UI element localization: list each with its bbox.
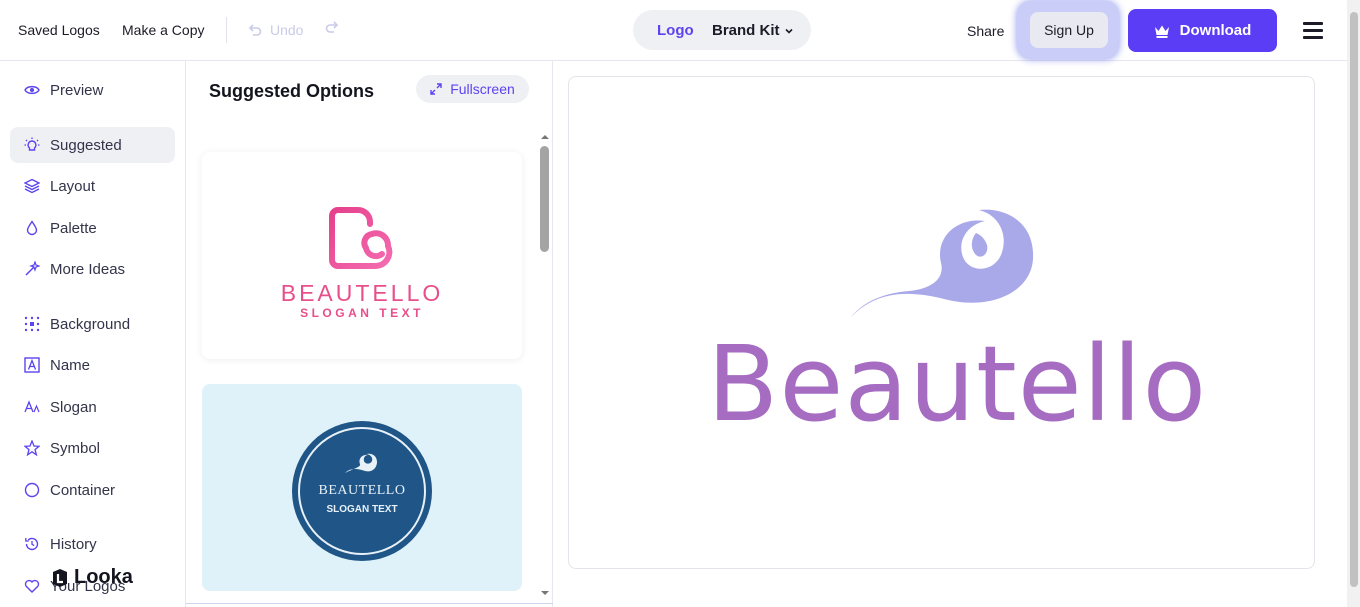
top-bar: Saved Logos Make a Copy Undo Logo Brand … (0, 0, 1347, 61)
download-button[interactable]: Download (1128, 9, 1277, 52)
undo-button[interactable]: Undo (248, 22, 303, 38)
sidebar-item-label: Layout (50, 177, 96, 195)
sidebar-item-symbol[interactable]: Symbol (10, 430, 175, 466)
page-scrollbar-thumb[interactable] (1350, 12, 1358, 587)
sidebar-item-preview[interactable]: Preview (10, 72, 175, 108)
panel-title: Suggested Options (209, 81, 375, 101)
looka-mark-icon (53, 568, 67, 587)
suggestions-panel: Suggested Options Fullscreen BEAUTELLO S… (186, 61, 553, 607)
lightbulb-icon (24, 137, 40, 151)
sidebar-item-background[interactable]: Background (10, 306, 175, 342)
badge-slogan: SLOGAN TEXT (326, 504, 398, 515)
text-box-icon (24, 357, 40, 373)
fullscreen-label: Fullscreen (450, 81, 515, 97)
circle-icon (24, 482, 40, 498)
star-icon (24, 440, 40, 456)
scroll-down-arrow[interactable] (540, 589, 550, 597)
redo-icon (325, 21, 339, 33)
expand-icon (430, 83, 442, 95)
toolbar-divider (226, 17, 227, 43)
layers-icon (24, 178, 40, 194)
suggestion-card[interactable]: BEAUTELLO SLOGAN TEXT (202, 384, 522, 591)
sidebar-item-label: Slogan (50, 398, 97, 416)
card-brand-name: BEAUTELLO (280, 280, 444, 306)
suggestion-card[interactable]: BEAUTELLO SLOGAN TEXT (202, 152, 522, 359)
hamburger-menu-icon[interactable] (1303, 22, 1323, 39)
sidebar-item-label: Name (50, 356, 91, 374)
panel-scrollbar-thumb[interactable] (540, 146, 549, 252)
sidebar-item-label: Suggested (50, 136, 122, 154)
sidebar-item-label: Background (50, 315, 131, 333)
wave-symbol (345, 453, 377, 473)
sidebar-item-label: Symbol (50, 439, 101, 457)
looka-wordmark: Looka (74, 566, 133, 588)
tab-brand-kit-label: Brand Kit (712, 22, 780, 39)
tab-brand-kit[interactable]: Brand Kit (712, 22, 794, 39)
sidebar-item-layout[interactable]: Layout (10, 168, 175, 204)
eye-icon (24, 85, 40, 95)
sidebar-item-label: More Ideas (50, 260, 126, 278)
tab-logo[interactable]: Logo (657, 22, 694, 39)
fullscreen-button[interactable]: Fullscreen (416, 75, 529, 103)
sidebar-item-label: History (50, 535, 97, 553)
saved-logos-link[interactable]: Saved Logos (18, 22, 100, 38)
view-switcher: Logo Brand Kit (633, 10, 811, 50)
droplet-icon (26, 220, 38, 236)
magic-wand-icon (25, 261, 40, 276)
looka-logo[interactable]: Looka (50, 566, 133, 589)
font-slogan-icon (24, 400, 40, 413)
undo-icon (248, 24, 262, 36)
preview-brand-name: Beautello (707, 323, 1208, 445)
logo-preview: Beautello (568, 76, 1315, 569)
badge-brand-name: BEAUTELLO (318, 483, 406, 498)
sidebar-item-history[interactable]: History (10, 526, 175, 562)
sidebar: Preview Suggested Layout Palette More Id… (0, 61, 186, 607)
sidebar-item-name[interactable]: Name (10, 347, 175, 383)
undo-label: Undo (270, 22, 304, 38)
sidebar-item-label: Container (50, 481, 116, 499)
sidebar-item-label: Palette (50, 219, 97, 237)
heart-icon (24, 579, 40, 593)
b-loop-symbol (329, 207, 393, 269)
sidebar-item-suggested[interactable]: Suggested (10, 127, 175, 163)
background-grid-icon (24, 316, 40, 332)
chevron-down-icon (784, 28, 793, 34)
share-button[interactable]: Share (967, 23, 1004, 39)
download-label: Download (1179, 22, 1252, 39)
history-icon (25, 537, 39, 551)
make-copy-link[interactable]: Make a Copy (122, 22, 204, 38)
sign-up-button[interactable]: Sign Up (1030, 12, 1108, 48)
sidebar-item-more-ideas[interactable]: More Ideas (10, 251, 175, 287)
panel-bottom-border (186, 603, 553, 604)
crown-icon (1154, 25, 1169, 38)
card-slogan: SLOGAN TEXT (300, 306, 424, 320)
circle-badge: BEAUTELLO SLOGAN TEXT (292, 421, 432, 561)
sidebar-item-container[interactable]: Container (10, 472, 175, 508)
sidebar-item-slogan[interactable]: Slogan (10, 389, 175, 425)
sidebar-item-label: Preview (50, 81, 104, 99)
scroll-up-arrow[interactable] (540, 133, 550, 141)
redo-button[interactable] (325, 20, 339, 39)
wave-symbol (851, 209, 1034, 317)
sidebar-item-palette[interactable]: Palette (10, 210, 175, 246)
